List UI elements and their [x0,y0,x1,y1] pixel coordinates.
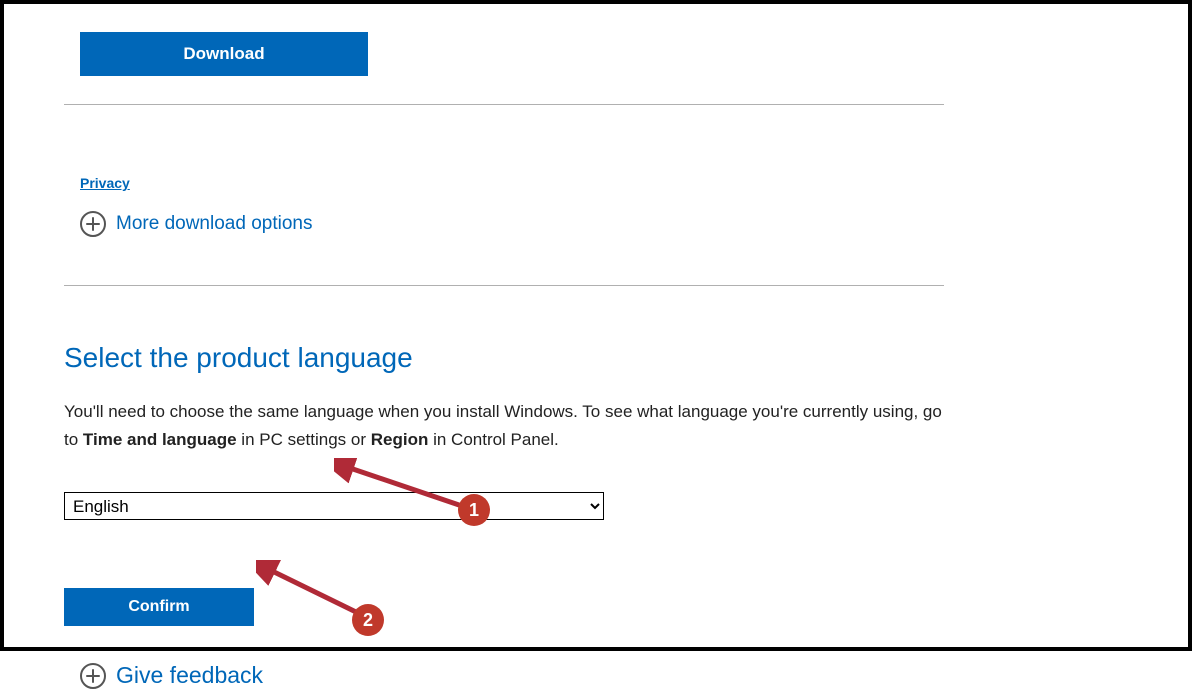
download-button[interactable]: Download [80,32,368,76]
plus-icon [80,211,106,237]
annotation-badge-2: 2 [352,604,384,636]
more-download-options-label: More download options [116,213,312,235]
divider [64,104,944,105]
language-select[interactable]: English [64,492,604,520]
give-feedback-label: Give feedback [116,662,263,689]
give-feedback-row[interactable]: Give feedback [80,662,1128,689]
confirm-button[interactable]: Confirm [64,588,254,626]
plus-icon [80,663,106,689]
divider [64,285,944,286]
annotation-badge-1: 1 [458,494,490,526]
privacy-link[interactable]: Privacy [80,175,130,191]
more-download-options-row[interactable]: More download options [80,211,1128,237]
section-heading: Select the product language [64,342,1128,374]
instruction-text: You'll need to choose the same language … [64,398,944,454]
